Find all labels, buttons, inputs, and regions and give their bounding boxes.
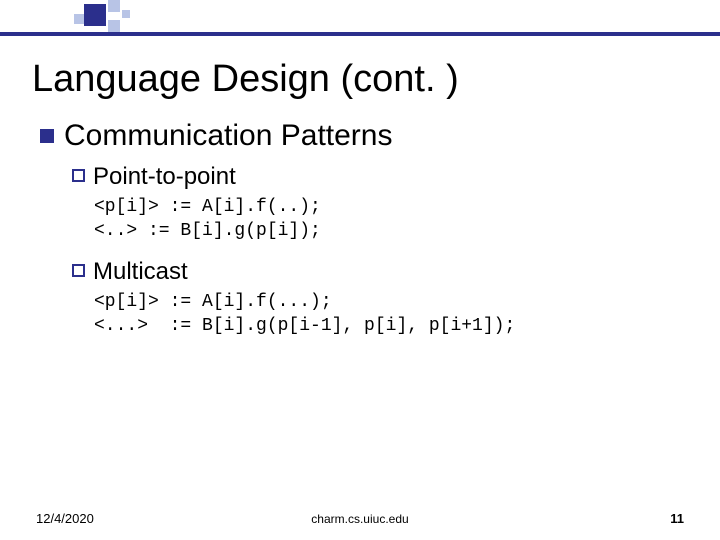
hollow-square-bullet-icon xyxy=(72,169,85,182)
bullet-level1: Communication Patterns xyxy=(40,119,688,153)
page-number: 11 xyxy=(670,511,684,526)
bullet-level2: Multicast xyxy=(72,258,688,286)
bullet-text: Communication Patterns xyxy=(64,119,392,153)
footer: 12/4/2020 charm.cs.uiuc.edu 11 xyxy=(0,506,720,526)
sub-bullet-text: Point-to-point xyxy=(93,163,236,191)
code-block: <p[i]> := A[i].f(...); <...> := B[i].g(p… xyxy=(94,290,688,339)
footer-source: charm.cs.uiuc.edu xyxy=(0,512,720,526)
bullet-level2: Point-to-point xyxy=(72,163,688,191)
header-decoration xyxy=(0,0,720,40)
slide-title: Language Design (cont. ) xyxy=(32,58,688,101)
code-block: <p[i]> := A[i].f(..); <..> := B[i].g(p[i… xyxy=(94,195,688,244)
sub-bullet-text: Multicast xyxy=(93,258,188,286)
square-bullet-icon xyxy=(40,129,54,143)
hollow-square-bullet-icon xyxy=(72,264,85,277)
